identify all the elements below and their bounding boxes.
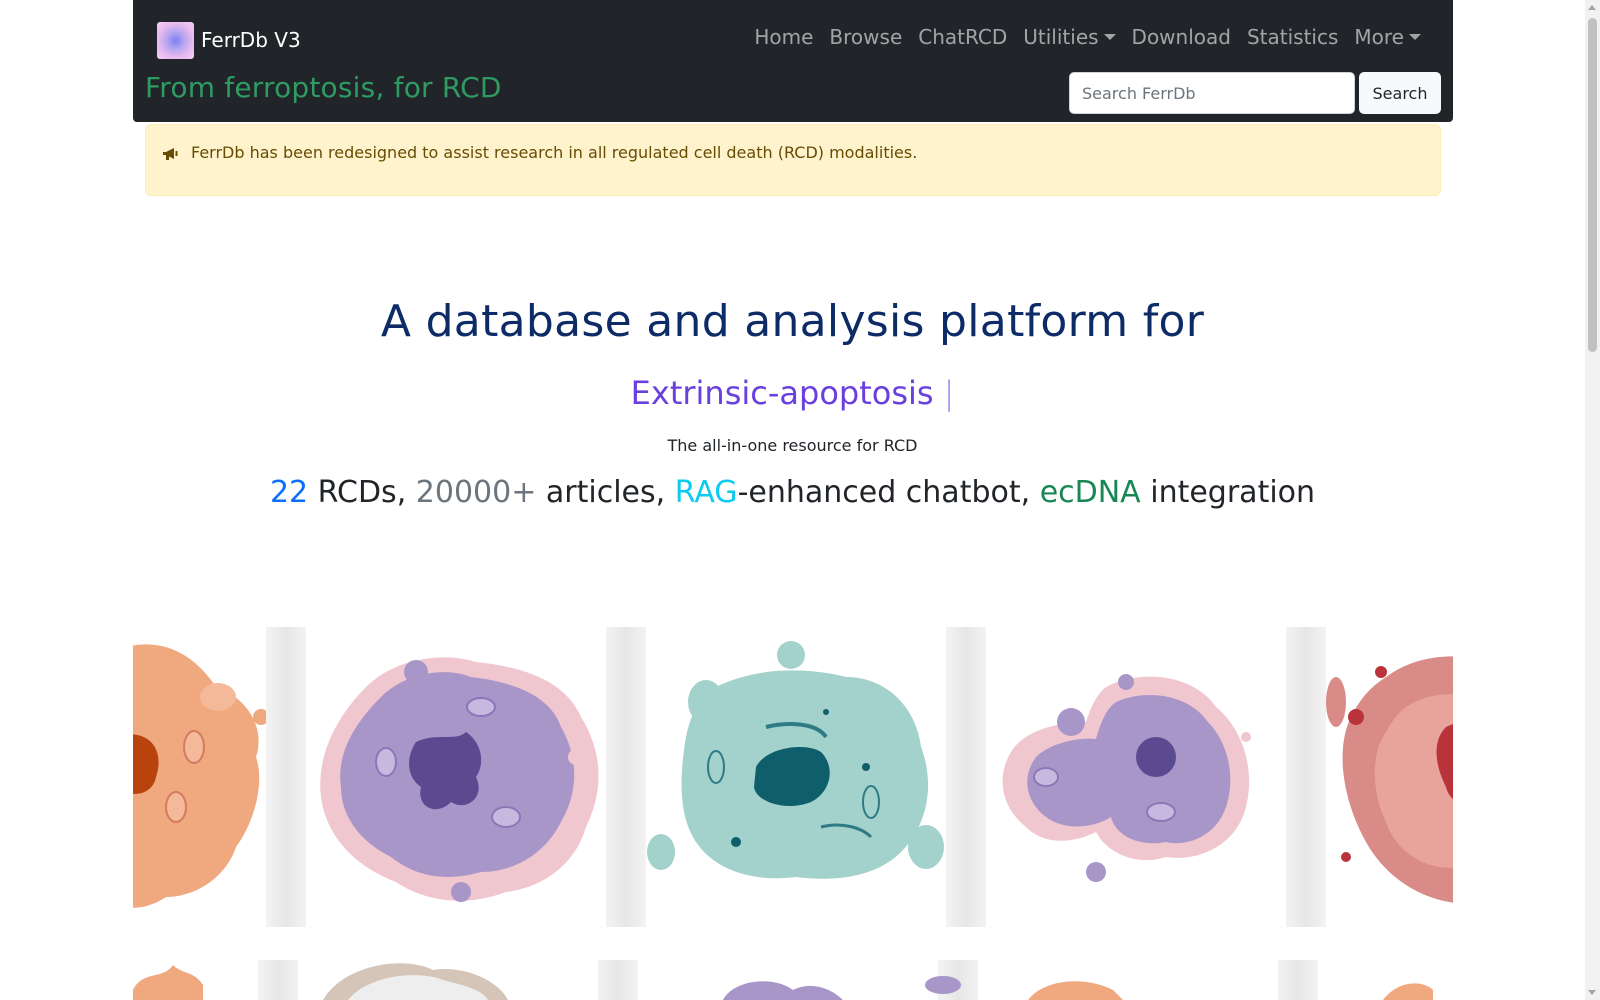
nav-utilities-label: Utilities bbox=[1023, 25, 1099, 49]
carousel-spacer bbox=[946, 627, 986, 927]
nav-statistics-label: Statistics bbox=[1246, 25, 1339, 49]
nav-utilities-dropdown[interactable]: Utilities bbox=[1015, 25, 1123, 49]
navbar: FerrDb V3 From ferroptosis, for RCD Home… bbox=[133, 0, 1453, 122]
nav-more-label: More bbox=[1354, 25, 1404, 49]
nav-menu: Home Browse ChatRCD Utilities Download S… bbox=[746, 20, 1429, 54]
brand-name: FerrDb V3 bbox=[201, 28, 301, 52]
hero-stats: 22 RCDs, 20000+ articles, RAG-enhanced c… bbox=[0, 475, 1585, 510]
rag-label: RAG bbox=[674, 475, 738, 510]
purple-dividing-cell-illustration[interactable] bbox=[986, 627, 1286, 927]
nav-more-dropdown[interactable]: More bbox=[1346, 25, 1429, 49]
megaphone-icon bbox=[163, 148, 178, 160]
nav-chatrcd[interactable]: ChatRCD bbox=[910, 25, 1015, 49]
nav-home-label: Home bbox=[754, 25, 814, 49]
hero-subtitle: The all-in-one resource for RCD bbox=[667, 436, 918, 455]
typed-rcd-type: Extrinsic-apoptosis | bbox=[0, 374, 1585, 412]
scrollbar-thumb[interactable] bbox=[1588, 18, 1597, 352]
brand[interactable]: FerrDb V3 bbox=[157, 21, 301, 59]
ecdna-label: ecDNA bbox=[1039, 475, 1141, 510]
rcd-image-carousel[interactable] bbox=[133, 627, 1453, 927]
scroll-up-arrow-icon[interactable] bbox=[1588, 5, 1596, 10]
caret-down-icon bbox=[1409, 34, 1421, 40]
typing-cursor: | bbox=[943, 374, 955, 412]
red-cell-illustration[interactable] bbox=[1326, 627, 1453, 927]
nav-statistics[interactable]: Statistics bbox=[1239, 25, 1346, 49]
typed-text: Extrinsic-apoptosis bbox=[630, 374, 934, 412]
hero-title: A database and analysis platform for bbox=[380, 296, 1205, 347]
ferrdb-logo-icon bbox=[157, 21, 194, 59]
nav-chatrcd-label: ChatRCD bbox=[918, 25, 1008, 49]
integration-text: integration bbox=[1140, 475, 1316, 510]
nav-home[interactable]: Home bbox=[746, 25, 821, 49]
teal-cell-illustration[interactable] bbox=[646, 627, 946, 927]
search-input[interactable] bbox=[1069, 72, 1355, 114]
rcd-image-carousel-row-2 bbox=[133, 960, 1453, 1000]
search-button[interactable]: Search bbox=[1359, 72, 1441, 114]
orange-cell-illustration[interactable] bbox=[133, 627, 266, 927]
carousel-row-2-illustrations bbox=[133, 963, 1433, 1000]
caret-down-icon bbox=[1103, 34, 1116, 40]
article-text: articles, bbox=[536, 475, 675, 510]
nav-download-label: Download bbox=[1131, 25, 1231, 49]
article-count: 20000+ bbox=[415, 475, 537, 510]
carousel-spacer bbox=[266, 627, 306, 927]
nav-browse[interactable]: Browse bbox=[821, 25, 910, 49]
carousel-spacer bbox=[1286, 627, 1326, 927]
scroll-down-arrow-icon[interactable] bbox=[1588, 990, 1596, 995]
rcd-text: RCDs, bbox=[308, 475, 416, 510]
announcement-alert: FerrDb has been redesigned to assist res… bbox=[145, 124, 1441, 196]
nav-download[interactable]: Download bbox=[1124, 25, 1239, 49]
purple-pink-cell-illustration[interactable] bbox=[306, 627, 606, 927]
carousel-spacer bbox=[606, 627, 646, 927]
chatbot-text: -enhanced chatbot, bbox=[737, 475, 1040, 510]
page-scrollbar[interactable] bbox=[1585, 0, 1600, 1000]
nav-browse-label: Browse bbox=[829, 25, 903, 49]
rcd-count: 22 bbox=[269, 475, 309, 510]
tagline: From ferroptosis, for RCD bbox=[145, 71, 502, 104]
alert-message: FerrDb has been redesigned to assist res… bbox=[191, 143, 918, 162]
